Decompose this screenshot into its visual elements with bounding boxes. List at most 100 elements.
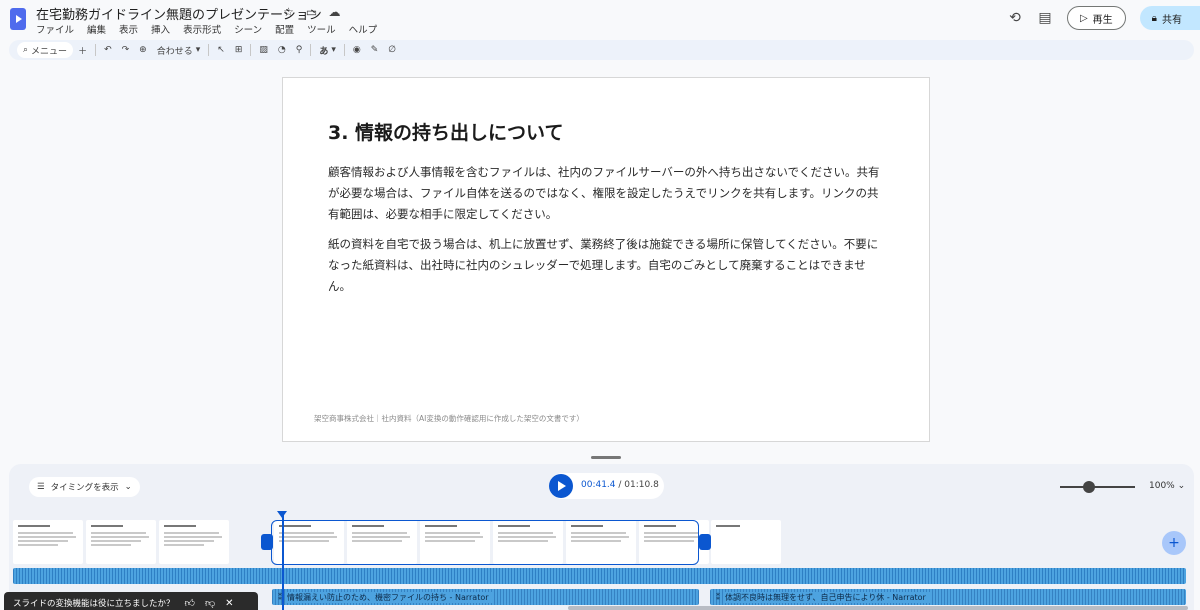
play-icon: ▷ [1079,12,1088,24]
menu-arrange[interactable]: 配置 [275,22,294,36]
slide-canvas[interactable]: 3. 情報の持ち出しについて 顧客情報および人事情報を含むファイルは、社内のファ… [282,77,930,442]
slide-footer[interactable]: 架空商事株式会社｜社内資料（AI変換の動作確認用に作成した架空の文書です） [314,413,584,424]
playhead-line[interactable] [282,515,284,610]
play-button-label: 再生 [1092,14,1113,26]
text-style-glyph: あ [319,46,329,57]
paint-format-icon: ⚲ [295,45,303,55]
narration-clip-2-label: 体調不良時は無理をせず、自己申告により休 - Narrator [725,591,930,603]
plus-icon: ＋ [78,46,88,57]
zoom-fit-label: 合わせる [156,46,193,57]
new-scene-button[interactable]: ＋ [73,40,92,60]
scene-thumbnail [13,520,83,564]
toolbar-divider [250,44,252,56]
toolbar-divider [95,44,97,56]
select-tool[interactable]: ↖ [212,40,230,60]
slide-paragraph-2[interactable]: 紙の資料を自宅で扱う場合は、机上に放置せず、業務終了後は施錠できる場所に保管して… [328,234,888,297]
move-folder-icon[interactable]: ▭ [303,5,320,19]
zoom-slider-knob[interactable] [1082,481,1095,493]
toolbar-divider [310,44,312,56]
close-icon[interactable]: ✕ [225,598,233,609]
narration-clip-2[interactable]: ⁑ 体調不良時は無理をせず、自己申告により休 - Narrator [710,589,1186,605]
comments-icon[interactable]: ▤ [1037,10,1053,26]
lock-icon: 🔒︎ [1151,12,1157,24]
paint-format-tool[interactable]: ⚲ [291,40,308,60]
thumbs-up-icon[interactable]: 👍︎ [185,597,195,609]
menu-search-label: メニュー [31,46,68,57]
scene-trim-handle-right[interactable] [699,534,711,550]
title-actions: ☆ ▭ ☁ [280,5,343,19]
undo-icon: ↶ [104,45,112,55]
feedback-message: スライドの変換機能は役に立ちましたか？ [13,599,175,609]
scene-2-thumbnails[interactable] [13,520,229,564]
image-icon: ▨ [259,45,268,55]
border-color-tool[interactable]: ✎ [366,40,384,60]
fill-color-tool[interactable]: ◉ [348,40,366,60]
scene-4-thumbnails[interactable] [711,520,781,564]
header-actions: ⟲ ▤ ▷ 再生 🔒︎ 共有 [1007,6,1200,30]
menu-insert[interactable]: 挿入 [151,22,170,36]
playback-time: 00:41.4 / 01:10.8 [581,480,659,490]
menu-edit[interactable]: 編集 [87,22,106,36]
shape-tool[interactable]: ◔ [273,40,291,60]
scene-thumbnail [711,520,781,564]
redo-button[interactable]: ↷ [117,40,135,60]
border-weight-tool[interactable]: ∅ [383,40,401,60]
add-scene-button[interactable]: + [1162,531,1186,555]
background-audio-track[interactable] [13,568,1186,584]
timeline-resize-handle[interactable] [591,456,621,459]
show-timing-button[interactable]: ☰ タイミングを表示 ⌄ [29,477,140,497]
menu-search[interactable]: ⌕ メニュー [17,42,74,58]
slide-title[interactable]: 3. 情報の持ち出しについて [328,118,563,145]
chevron-down-icon: ⌄ [1177,481,1186,491]
textbox-tool[interactable]: ⊞ [230,40,248,60]
app-header: 在宅勤務ガイドライン無題のプレゼンテーション ☆ ▭ ☁ ファイル 編集 表示 … [0,0,1200,38]
search-icon: ⌕ [23,45,29,55]
pen-icon: ✎ [370,45,379,55]
star-icon[interactable]: ☆ [280,5,297,19]
menu-view[interactable]: 表示 [119,22,138,36]
zoom-percent-value: 100% [1149,481,1175,491]
thumbs-down-icon[interactable]: 👎︎ [205,597,215,609]
image-tool[interactable]: ▨ [254,40,273,60]
menu-file[interactable]: ファイル [36,22,74,36]
app-logo-icon[interactable] [10,8,26,30]
scene-trim-handle-left[interactable] [261,534,273,550]
timeline-scrollbar[interactable] [568,606,1188,610]
zoom-button[interactable]: ⊕ [134,40,152,60]
zoom-percent[interactable]: 100% ⌄ [1149,481,1185,491]
chevron-down-icon: ⌄ [124,482,132,492]
share-button-label: 共有 [1162,14,1182,26]
menu-tools[interactable]: ツール [307,22,336,36]
scene-thumbnail [159,520,229,564]
toolbar: ⌕ メニュー ＋ ↶ ↷ ⊕ 合わせる ▾ ↖ ⊞ ▨ ◔ ⚲ あ ▾ ◉ ✎ … [9,40,1194,60]
play-button[interactable]: ▷ 再生 [1066,6,1126,30]
feedback-toast: スライドの変換機能は役に立ちましたか？ 👍︎ 👎︎ ✕ [4,592,258,610]
menu-help[interactable]: ヘルプ [349,22,378,36]
show-timing-label: タイミングを表示 [50,483,119,493]
undo-button[interactable]: ↶ [99,40,117,60]
shape-icon: ◔ [277,45,286,55]
toolbar-divider [208,44,210,56]
document-title[interactable]: 在宅勤務ガイドライン無題のプレゼンテーション [36,4,322,23]
menu-format[interactable]: 表示形式 [183,22,221,36]
narration-clip-1-label: 情報漏えい防止のため、機密ファイルの持ち - Narrator [287,591,493,603]
cloud-status-icon[interactable]: ☁ [326,5,343,19]
selected-scene-frame[interactable] [271,520,699,565]
zoom-icon: ⊕ [139,45,147,55]
chevron-down-icon: ▾ [331,45,336,55]
timeline-panel: ☰ タイミングを表示 ⌄ 00:41.4 / 01:10.8 100% ⌄ + [9,464,1194,610]
text-style-dropdown[interactable]: あ ▾ [314,40,341,60]
toolbar-divider [343,44,345,56]
textbox-icon: ⊞ [234,45,243,55]
menu-scene[interactable]: シーン [234,22,262,36]
redo-icon: ↷ [121,45,130,55]
cursor-icon: ↖ [217,45,225,55]
zoom-fit-dropdown[interactable]: 合わせる ▾ [152,40,206,60]
scene-thumbnail [86,520,156,564]
timeline-play-button[interactable] [549,474,573,498]
timeline-zoom-slider[interactable] [1060,481,1135,493]
narration-clip-1[interactable]: ⁑ 情報漏えい防止のため、機密ファイルの持ち - Narrator [272,589,699,605]
history-icon[interactable]: ⟲ [1007,10,1023,26]
share-button[interactable]: 🔒︎ 共有 [1139,6,1200,30]
slide-paragraph-1[interactable]: 顧客情報および人事情報を含むファイルは、社内のファイルサーバーの外へ持ち出さない… [328,162,888,225]
